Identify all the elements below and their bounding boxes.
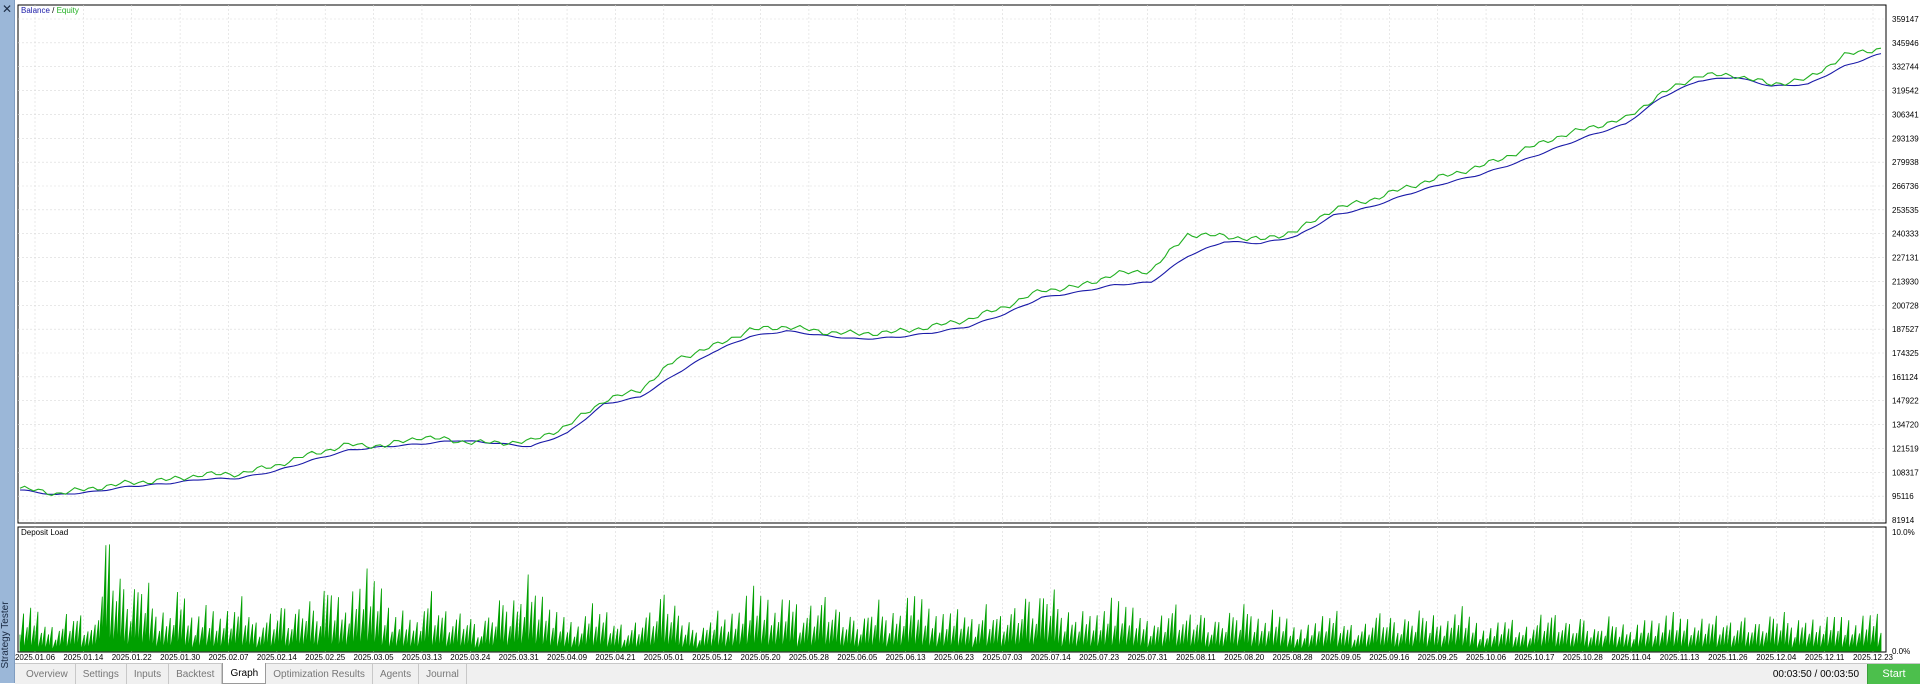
deposit-load-y-tick: 0.0% [1892,647,1910,656]
chart-area: 359147 345946 332744 319542 306341 293139 2799… [15,0,1920,663]
x-tick-label: 2025.12.23 [1853,653,1894,662]
y-tick-label: 359147 [1892,15,1919,24]
x-tick-label: 2025.09.05 [1321,653,1362,662]
x-tick-label: 2025.09.16 [1369,653,1410,662]
y-tick-label: 345946 [1892,39,1919,48]
x-tick-label: 2025.09.25 [1418,653,1459,662]
tab-backtest[interactable]: Backtest [169,664,223,684]
chart-title: Balance / Equity [21,6,79,15]
y-tick-label: 174325 [1892,349,1919,358]
x-tick-label: 2025.07.03 [982,653,1023,662]
main-panel-frame [17,4,1887,524]
x-tick-label: 2025.01.22 [112,653,153,662]
x-tick-label: 2025.06.23 [934,653,975,662]
y-tick-label: 293139 [1892,134,1919,143]
x-tick-label: 2025.03.13 [402,653,443,662]
chart-title-part: / [50,6,57,15]
deposit-load-title: Deposit Load [21,528,68,537]
chart-title-part: Equity [57,6,79,15]
tab-journal[interactable]: Journal [419,664,467,684]
x-tick-label: 2025.10.17 [1514,653,1555,662]
x-tick-label: 2025.04.09 [547,653,588,662]
x-tick-label: 2025.05.12 [692,653,733,662]
y-tick-label: 95116 [1892,492,1914,501]
x-tick-label: 2025.01.14 [63,653,104,662]
tab-overview[interactable]: Overview [19,664,76,684]
x-tick-label: 2025.06.05 [837,653,878,662]
strategy-tester-title: Strategy Tester [0,601,11,669]
bottom-toolbar: Overview Settings Inputs Backtest Graph Optim… [15,663,1920,684]
y-tick-label: 266736 [1892,182,1919,191]
close-icon[interactable]: ✕ [0,2,14,16]
y-tick-label: 187527 [1892,325,1919,334]
tab-settings[interactable]: Settings [76,664,127,684]
x-tick-label: 2025.07.31 [1127,653,1168,662]
y-tick-label: 200728 [1892,301,1919,310]
x-tick-label: 2025.02.25 [305,653,346,662]
elapsed-timer: 00:03:50 / 00:03:50 [1772,668,1859,680]
x-tick-label: 2025.01.06 [15,653,56,662]
tab-graph[interactable]: Graph [222,663,267,684]
x-tick-label: 2025.08.11 [1176,653,1216,662]
x-tick-label: 2025.06.13 [886,653,927,662]
x-tick-label: 2025.02.14 [257,653,298,662]
y-tick-label: 306341 [1892,110,1919,119]
x-tick-label: 2025.03.31 [499,653,540,662]
x-tick-label: 2025.01.30 [160,653,201,662]
y-tick-label: 121519 [1892,444,1919,453]
y-tick-label: 319542 [1892,87,1919,96]
y-tick-label: 161124 [1892,373,1919,382]
x-tick-label: 2025.08.20 [1224,653,1265,662]
tab-agents[interactable]: Agents [373,664,420,684]
x-tick-label: 2025.07.23 [1079,653,1120,662]
x-tick-label: 2025.03.05 [354,653,395,662]
x-tick-label: 2025.12.04 [1756,653,1797,662]
y-tick-label: 213930 [1892,277,1919,286]
y-tick-label: 253535 [1892,206,1919,215]
y-tick-label: 279938 [1892,158,1919,167]
balance-equity-chart: 359147 345946 332744 319542 306341 293139 2799… [15,4,1919,662]
x-tick-label: 2025.12.11 [1805,653,1845,662]
y-tick-label: 147922 [1892,397,1919,406]
x-tick-label: 2025.10.28 [1563,653,1604,662]
start-button[interactable]: Start [1867,664,1920,684]
deposit-load-y-tick: 10.0% [1892,528,1915,537]
tab-inputs[interactable]: Inputs [127,664,170,684]
y-tick-label: 240333 [1892,230,1919,239]
x-tick-label: 2025.05.01 [644,653,685,662]
x-tick-label: 2025.11.13 [1660,653,1700,662]
x-tick-label: 2025.08.28 [1273,653,1314,662]
y-tick-label: 134720 [1892,421,1919,430]
chart-title-part: Balance [21,6,50,15]
x-tick-label: 2025.07.14 [1031,653,1072,662]
y-tick-label: 81914 [1892,516,1915,525]
tab-strip: Overview Settings Inputs Backtest Graph Optim… [15,663,467,684]
strategy-tester-sidebar: ✕ Strategy Tester [0,0,15,683]
x-tick-label: 2025.05.20 [741,653,782,662]
y-tick-label: 108317 [1892,468,1919,477]
x-tick-label: 2025.03.24 [450,653,491,662]
x-tick-label: 2025.11.26 [1708,653,1748,662]
x-tick-label: 2025.10.06 [1466,653,1507,662]
x-tick-label: 2025.04.21 [595,653,636,662]
y-tick-label: 332744 [1892,63,1919,72]
y-tick-label: 227131 [1892,254,1919,263]
x-tick-label: 2025.11.04 [1611,653,1651,662]
tab-optimization-results[interactable]: Optimization Results [266,664,373,684]
x-tick-label: 2025.05.28 [789,653,830,662]
x-tick-label: 2025.02.07 [208,653,249,662]
